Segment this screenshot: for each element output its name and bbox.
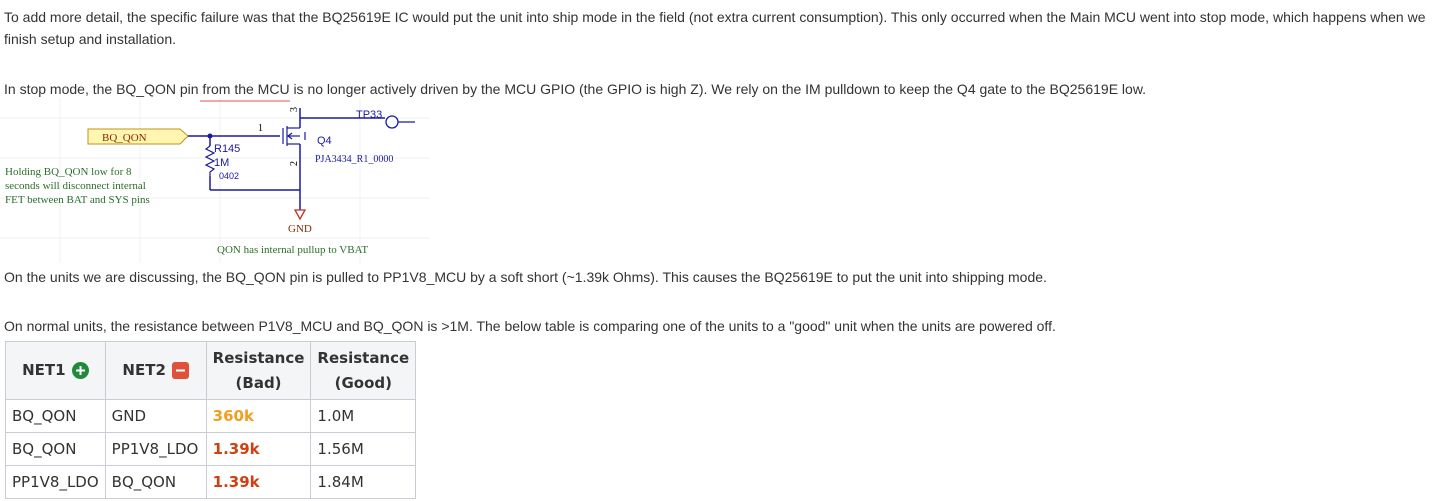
header-resistance-bad[interactable]: Resistance (Bad) (205, 341, 312, 400)
net-label-text: BQ_QON (102, 132, 147, 144)
testpoint-label: TP33 (356, 109, 382, 121)
transistor-part: PJA3434_R1_0000 (315, 154, 393, 165)
cell-net2: BQ_QON (104, 465, 207, 499)
junction-dot (207, 133, 213, 139)
resistor-ref: R145 (214, 143, 240, 155)
paragraph-soft-short: On the units we are discussing, the BQ_Q… (4, 269, 1047, 285)
note-pullup: QON has internal pullup to VBAT (217, 244, 368, 256)
pin2-label: 2 (289, 161, 300, 166)
ground-icon (293, 209, 307, 221)
header-net2[interactable]: NET2 (104, 341, 207, 400)
table-row: PP1V8_LDO BQ_QON 1.39k 1.84M (5, 465, 417, 499)
note-line-3: FET between BAT and SYS pins (5, 194, 150, 206)
note-line-2: seconds will disconnect internal (5, 180, 146, 192)
table-header-row: NET1 NET2 Resistance (Bad) Resistance (G… (5, 341, 417, 400)
cell-net1: PP1V8_LDO (5, 465, 106, 499)
paragraph-stop-mode: In stop mode, the BQ_QON pin from the MC… (4, 81, 1147, 97)
transistor-symbol (282, 126, 306, 146)
pin1-label: 1 (258, 123, 263, 134)
table-row: BQ_QON PP1V8_LDO 1.39k 1.56M (5, 432, 417, 466)
cell-resistance-bad: 1.39k (205, 465, 312, 499)
cell-net1: BQ_QON (5, 432, 106, 466)
cell-resistance-good: 1.0M (310, 399, 417, 433)
header-net1-label: NET1 (22, 361, 66, 379)
ground-label: GND (288, 223, 312, 235)
resistance-table: NET1 NET2 Resistance (Bad) Resistance (G… (5, 341, 417, 499)
plus-icon (71, 362, 89, 379)
table-row: BQ_QON GND 360k 1.0M (5, 399, 417, 433)
cell-net2: PP1V8_LDO (104, 432, 207, 466)
cell-resistance-good: 1.56M (310, 432, 417, 466)
minus-icon (171, 362, 189, 379)
resistor-symbol (204, 145, 216, 176)
resistor-package: 0402 (219, 171, 239, 181)
paragraph-failure-detail: To add more detail, the specific failure… (4, 9, 1426, 47)
cell-resistance-bad: 1.39k (205, 432, 312, 466)
note-line-1: Holding BQ_QON low for 8 (5, 166, 132, 178)
resistor-value: 1M (214, 157, 229, 169)
cell-resistance-bad: 360k (205, 399, 312, 433)
transistor-ref: Q4 (317, 135, 332, 147)
header-net1[interactable]: NET1 (5, 341, 106, 400)
cell-resistance-good: 1.84M (310, 465, 417, 499)
pin3-label: 3 (289, 107, 300, 112)
cell-net2: GND (104, 399, 207, 433)
header-net2-label: NET2 (122, 361, 166, 379)
paragraph-normal-units: On normal units, the resistance between … (4, 318, 1056, 334)
header-resistance-good[interactable]: Resistance (Good) (310, 341, 417, 400)
cell-net1: BQ_QON (5, 399, 106, 433)
schematic-image: BQ_QON 1 2 3 TP33 R145 1M 0402 Q4 PJA343… (0, 98, 430, 263)
